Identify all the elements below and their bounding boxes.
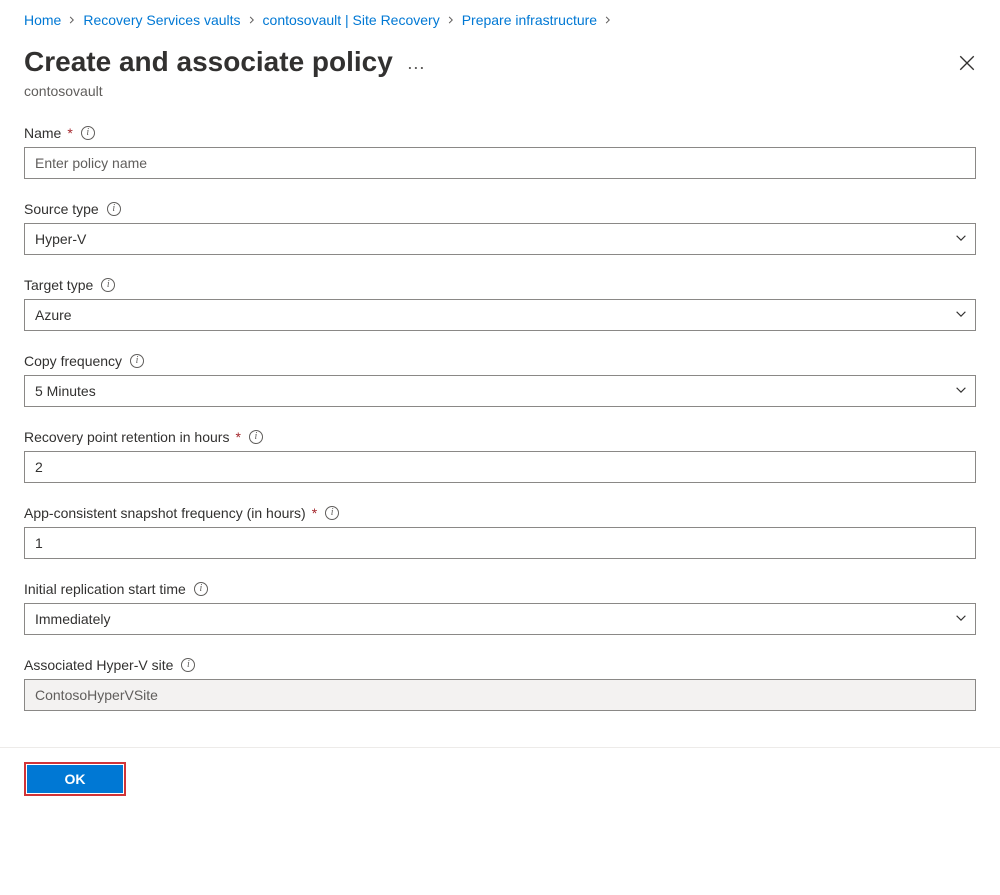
- footer-bar: OK: [0, 747, 1000, 814]
- page-title: Create and associate policy: [24, 46, 393, 78]
- breadcrumb: Home Recovery Services vaults contosovau…: [24, 10, 976, 34]
- more-icon[interactable]: ⋯: [407, 59, 426, 77]
- breadcrumb-link-vaults[interactable]: Recovery Services vaults: [83, 12, 240, 28]
- info-icon[interactable]: i: [107, 202, 121, 216]
- label-snapshot-frequency: App-consistent snapshot frequency (in ho…: [24, 505, 306, 521]
- chevron-right-icon: [603, 15, 613, 25]
- info-icon[interactable]: i: [181, 658, 195, 672]
- info-icon[interactable]: i: [81, 126, 95, 140]
- source-type-select[interactable]: Hyper-V: [24, 223, 976, 255]
- label-source-type: Source type: [24, 201, 99, 217]
- breadcrumb-link-vault-site-recovery[interactable]: contosovault | Site Recovery: [263, 12, 440, 28]
- close-button[interactable]: [954, 50, 980, 79]
- field-associated-site: Associated Hyper-V site i: [24, 657, 976, 711]
- target-type-value: Azure: [35, 307, 72, 323]
- label-target-type: Target type: [24, 277, 93, 293]
- field-snapshot-frequency: App-consistent snapshot frequency (in ho…: [24, 505, 976, 559]
- ok-button[interactable]: OK: [27, 765, 123, 793]
- snapshot-frequency-input[interactable]: [24, 527, 976, 559]
- close-icon: [958, 60, 976, 75]
- info-icon[interactable]: i: [249, 430, 263, 444]
- info-icon[interactable]: i: [194, 582, 208, 596]
- field-name: Name * i: [24, 125, 976, 179]
- chevron-right-icon: [67, 15, 77, 25]
- info-icon[interactable]: i: [325, 506, 339, 520]
- retention-hours-input[interactable]: [24, 451, 976, 483]
- label-name: Name: [24, 125, 61, 141]
- label-retention-hours: Recovery point retention in hours: [24, 429, 229, 445]
- field-initial-replication: Initial replication start time i Immedia…: [24, 581, 976, 635]
- required-icon: *: [67, 125, 72, 141]
- info-icon[interactable]: i: [101, 278, 115, 292]
- page-subtitle: contosovault: [24, 83, 976, 99]
- field-source-type: Source type i Hyper-V: [24, 201, 976, 255]
- required-icon: *: [312, 505, 317, 521]
- initial-replication-value: Immediately: [35, 611, 110, 627]
- breadcrumb-link-prepare-infrastructure[interactable]: Prepare infrastructure: [462, 12, 597, 28]
- ok-button-highlight: OK: [24, 762, 126, 796]
- source-type-value: Hyper-V: [35, 231, 86, 247]
- copy-frequency-select[interactable]: 5 Minutes: [24, 375, 976, 407]
- target-type-select[interactable]: Azure: [24, 299, 976, 331]
- name-input[interactable]: [24, 147, 976, 179]
- required-icon: *: [235, 429, 240, 445]
- field-target-type: Target type i Azure: [24, 277, 976, 331]
- initial-replication-select[interactable]: Immediately: [24, 603, 976, 635]
- copy-frequency-value: 5 Minutes: [35, 383, 96, 399]
- chevron-right-icon: [446, 15, 456, 25]
- info-icon[interactable]: i: [130, 354, 144, 368]
- chevron-right-icon: [247, 15, 257, 25]
- label-copy-frequency: Copy frequency: [24, 353, 122, 369]
- label-initial-replication: Initial replication start time: [24, 581, 186, 597]
- associated-site-input: [24, 679, 976, 711]
- breadcrumb-link-home[interactable]: Home: [24, 12, 61, 28]
- label-associated-site: Associated Hyper-V site: [24, 657, 173, 673]
- field-copy-frequency: Copy frequency i 5 Minutes: [24, 353, 976, 407]
- field-retention-hours: Recovery point retention in hours * i: [24, 429, 976, 483]
